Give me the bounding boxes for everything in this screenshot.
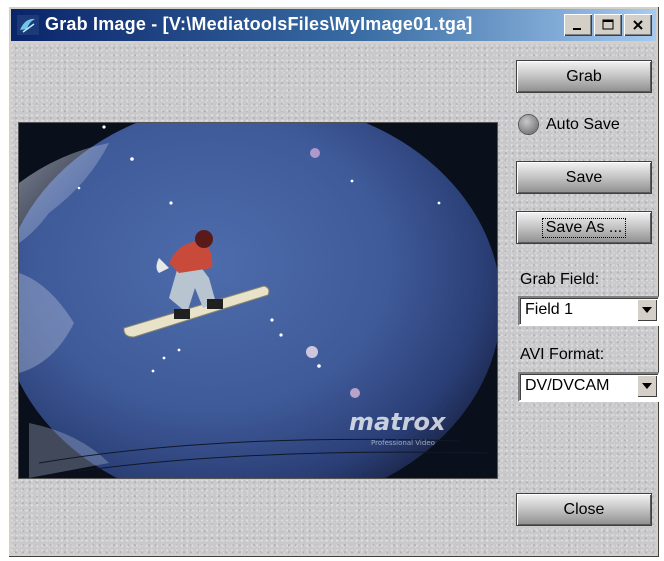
maximize-icon <box>602 19 613 30</box>
save-as-button-label: Save As ... <box>541 217 627 238</box>
avi-format-dropdown[interactable]: DV/DVCAM <box>518 372 659 402</box>
grab-button-label: Grab <box>566 67 602 85</box>
preview-watermark-sub: Professional Video <box>371 439 435 447</box>
avi-format-value: DV/DVCAM <box>525 377 610 394</box>
image-preview: matrox Professional Video <box>18 122 498 479</box>
close-button[interactable]: Close <box>516 493 652 526</box>
title-bar[interactable]: Grab Image - [V:\MediatoolsFiles\MyImage… <box>11 9 656 41</box>
chevron-down-icon <box>642 307 652 313</box>
chevron-down-icon <box>642 383 652 389</box>
minimize-icon <box>573 28 581 30</box>
minimize-button[interactable] <box>564 14 592 36</box>
auto-save-label: Auto Save <box>546 115 620 133</box>
grab-button[interactable]: Grab <box>516 60 652 93</box>
grab-field-dropdown-arrow[interactable] <box>637 299 657 321</box>
close-icon <box>633 20 643 30</box>
save-as-button[interactable]: Save As ... <box>516 211 652 244</box>
maximize-button[interactable] <box>594 14 622 36</box>
grab-field-dropdown[interactable]: Field 1 <box>518 296 659 326</box>
grab-field-value: Field 1 <box>525 301 574 318</box>
close-window-button[interactable] <box>624 14 652 36</box>
titlebar-buttons <box>564 14 652 36</box>
save-button-label: Save <box>565 168 603 186</box>
save-button[interactable]: Save <box>516 161 652 194</box>
avi-format-label: AVI Format: <box>520 346 605 363</box>
snowboarder-photo: matrox Professional Video <box>19 123 497 478</box>
close-button-label: Close <box>563 500 605 518</box>
dialog-client-area: matrox Professional Video Grab Auto Save… <box>11 44 659 554</box>
preview-watermark: matrox <box>349 408 447 436</box>
grab-image-window: Grab Image - [V:\MediatoolsFiles\MyImage… <box>8 6 659 557</box>
auto-save-radio[interactable] <box>519 115 538 134</box>
grab-field-label: Grab Field: <box>520 271 600 288</box>
app-icon <box>17 15 39 35</box>
window-title: Grab Image - [V:\MediatoolsFiles\MyImage… <box>45 14 473 34</box>
auto-save-option[interactable]: Auto Save <box>519 115 620 134</box>
avi-format-dropdown-arrow[interactable] <box>637 375 657 397</box>
